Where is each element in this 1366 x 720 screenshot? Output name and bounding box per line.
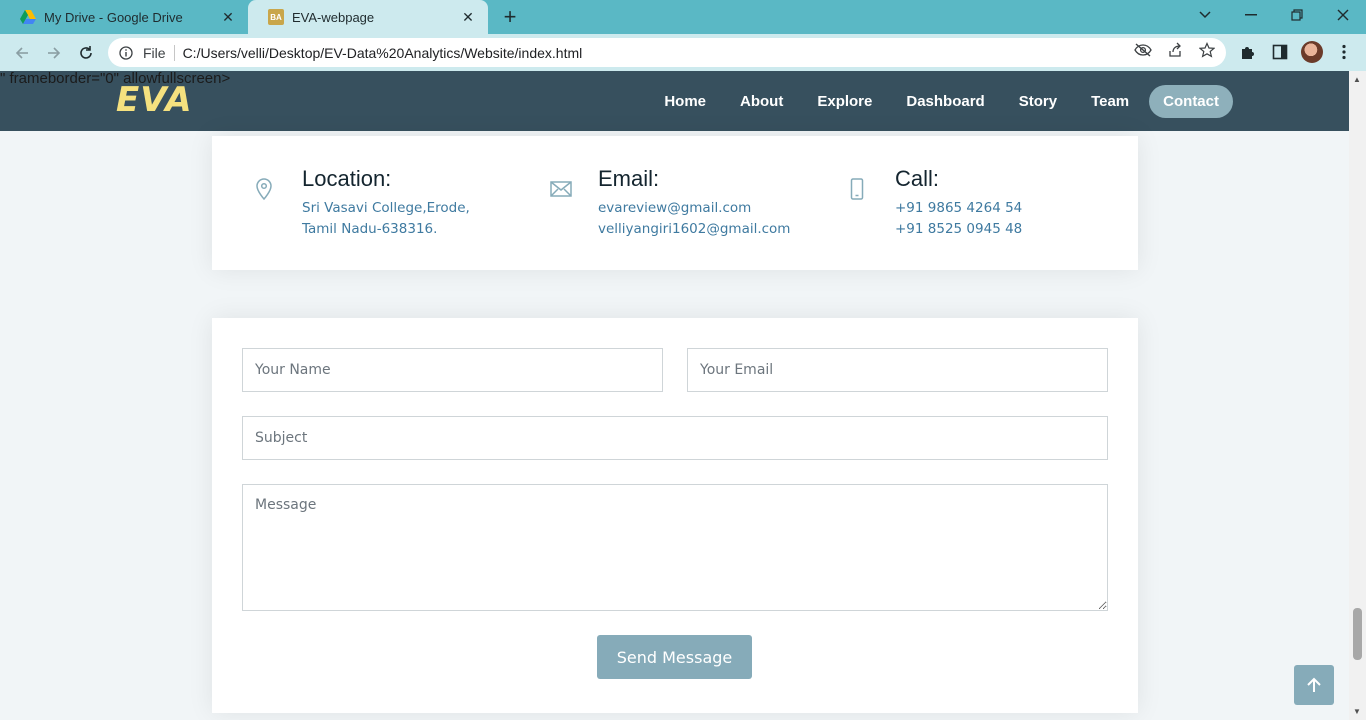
nav-dashboard[interactable]: Dashboard: [892, 85, 998, 118]
page-scrollbar[interactable]: ▲ ▼: [1349, 71, 1366, 720]
contact-form-card: Send Message: [212, 318, 1138, 713]
reload-button[interactable]: [73, 40, 99, 66]
tab-title: My Drive - Google Drive: [44, 9, 183, 25]
web-page: " frameborder="0" allowfullscreen> EVA H…: [0, 71, 1349, 720]
tab-search-icon[interactable]: [1182, 0, 1228, 30]
scrollbar-thumb[interactable]: [1353, 608, 1362, 660]
location-title: Location:: [302, 166, 392, 191]
email-line-1[interactable]: evareview@gmail.com: [598, 200, 751, 216]
envelope-icon: [548, 176, 574, 202]
back-button[interactable]: [9, 40, 35, 66]
tab-title: EVA-webpage: [292, 9, 375, 25]
bookmark-star-icon[interactable]: [1198, 41, 1216, 59]
eye-off-icon[interactable]: [1134, 41, 1152, 59]
close-tab-icon[interactable]: ✕: [220, 9, 236, 26]
google-drive-icon: [20, 9, 36, 25]
nav-team[interactable]: Team: [1077, 85, 1143, 118]
back-to-top-button[interactable]: [1294, 665, 1334, 705]
profile-avatar[interactable]: [1301, 41, 1323, 63]
send-message-button[interactable]: Send Message: [597, 635, 752, 679]
extensions-puzzle-icon[interactable]: [1238, 42, 1258, 62]
call-line-2[interactable]: +91 8525 0945 48: [895, 221, 1022, 237]
site-logo[interactable]: EVA: [116, 80, 193, 120]
url-scheme-label: File: [143, 44, 166, 61]
location-line-1: Sri Vasavi College,Erode,: [302, 200, 470, 216]
eva-favicon-icon: BA: [268, 9, 284, 25]
nav-home[interactable]: Home: [650, 85, 720, 118]
email-line-2[interactable]: velliyangiri1602@gmail.com: [598, 221, 790, 237]
contact-info-card: Location: Sri Vasavi College,Erode, Tami…: [212, 136, 1138, 270]
more-menu-icon[interactable]: [1334, 42, 1354, 62]
new-tab-button[interactable]: +: [498, 4, 522, 30]
phone-icon: [844, 176, 870, 202]
nav-about[interactable]: About: [726, 85, 797, 118]
close-window-button[interactable]: [1320, 0, 1366, 30]
restore-button[interactable]: [1274, 0, 1320, 30]
name-input[interactable]: [242, 348, 663, 392]
scroll-down-arrow-icon[interactable]: ▼: [1353, 707, 1361, 716]
scroll-up-arrow-icon[interactable]: ▲: [1353, 75, 1361, 84]
email-title: Email:: [598, 166, 660, 191]
nav-explore[interactable]: Explore: [803, 85, 886, 118]
site-header: " frameborder="0" allowfullscreen> EVA H…: [0, 71, 1349, 131]
call-line-1[interactable]: +91 9865 4264 54: [895, 200, 1022, 216]
address-bar[interactable]: File C:/Users/velli/Desktop/EV-Data%20An…: [108, 38, 1226, 67]
email-input[interactable]: [687, 348, 1108, 392]
subject-input[interactable]: [242, 416, 1108, 460]
minimize-button[interactable]: [1228, 0, 1274, 30]
nav-contact[interactable]: Contact: [1149, 85, 1233, 118]
call-title: Call:: [895, 166, 940, 191]
forward-button[interactable]: [41, 40, 67, 66]
tab-eva-webpage[interactable]: BA EVA-webpage ✕: [248, 0, 488, 34]
nav-story[interactable]: Story: [1005, 85, 1071, 118]
share-icon[interactable]: [1166, 41, 1184, 59]
side-panel-icon[interactable]: [1270, 42, 1290, 62]
tab-google-drive[interactable]: My Drive - Google Drive ✕: [0, 0, 248, 34]
location-line-2: Tamil Nadu-638316.: [302, 221, 438, 237]
arrow-up-icon: [1307, 677, 1321, 692]
browser-toolbar: File C:/Users/velli/Desktop/EV-Data%20An…: [0, 34, 1366, 71]
site-info-icon[interactable]: [117, 44, 135, 62]
main-nav: Home About Explore Dashboard Story Team …: [644, 85, 1233, 118]
close-tab-icon[interactable]: ✕: [460, 9, 476, 26]
url-divider: [173, 44, 175, 61]
location-pin-icon: [251, 176, 277, 202]
message-textarea[interactable]: [242, 484, 1108, 611]
url-text[interactable]: C:/Users/velli/Desktop/EV-Data%20Analyti…: [183, 45, 583, 61]
browser-tab-strip: My Drive - Google Drive ✕ BA EVA-webpage…: [0, 0, 1366, 34]
